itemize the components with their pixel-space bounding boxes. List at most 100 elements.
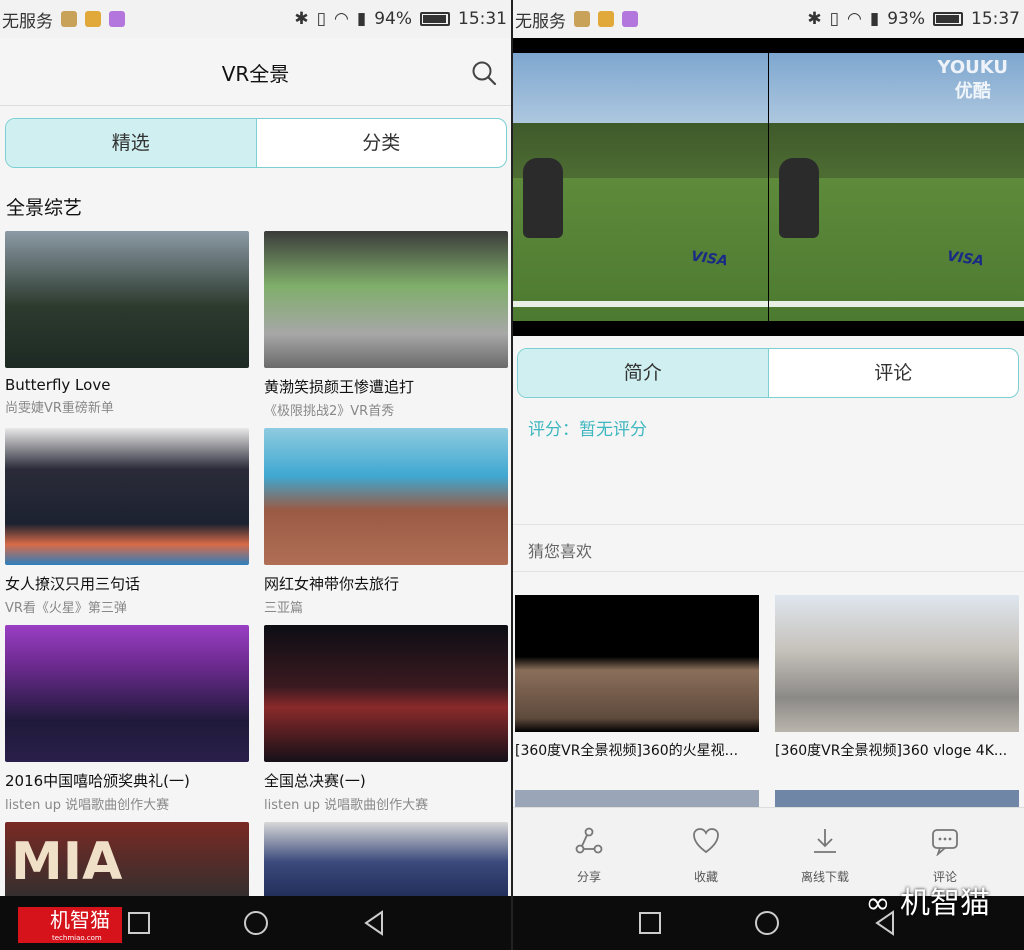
video-thumbnail bbox=[5, 428, 249, 565]
right-phone-screen: 无服务 ✱ ▯ ◠ ▮ 93% 15:37 VISA VISA YOUKU 优酷… bbox=[513, 0, 1024, 950]
notification-icon bbox=[574, 11, 590, 27]
video-subtitle: 尚雯婕VR重磅新单 bbox=[5, 401, 114, 416]
share-label: 分享 bbox=[576, 870, 601, 884]
download-icon bbox=[814, 829, 836, 853]
section-title: 全景综艺 bbox=[6, 197, 83, 219]
video-title: 女人撩汉只用三句话 bbox=[5, 575, 141, 593]
vibrate-icon: ▯ bbox=[316, 9, 326, 29]
video-card[interactable] bbox=[264, 822, 508, 902]
video-card[interactable]: 全国总决赛(一) listen up 说唱歌曲创作大赛 bbox=[264, 625, 508, 813]
category-tabs: 精选 分类 bbox=[5, 118, 507, 168]
bluetooth-icon: ✱ bbox=[807, 9, 822, 29]
video-card[interactable]: 女人撩汉只用三句话 VR看《火星》第三弹 bbox=[5, 428, 249, 616]
share-button[interactable]: 分享 bbox=[544, 826, 634, 885]
video-thumbnail bbox=[5, 625, 249, 762]
detail-tabs: 简介 评论 bbox=[517, 348, 1019, 398]
video-card[interactable]: MIA bbox=[5, 822, 249, 902]
tab-comments[interactable]: 评论 bbox=[767, 349, 1019, 397]
share-icon bbox=[575, 827, 603, 854]
youku-watermark: YOUKU 优酷 bbox=[937, 57, 1008, 102]
tab-intro[interactable]: 简介 bbox=[518, 349, 768, 397]
recommend-header-label: 猜您喜欢 bbox=[528, 542, 593, 561]
video-thumbnail bbox=[775, 595, 1019, 732]
video-card[interactable]: 网红女神带你去旅行 三亚篇 bbox=[264, 428, 508, 616]
video-thumbnail bbox=[264, 625, 508, 762]
rating-text: 评分：暂无评分 bbox=[528, 420, 647, 440]
shield-icon bbox=[598, 11, 614, 27]
wifi-icon: ◠ bbox=[334, 9, 349, 29]
vibrate-icon: ▯ bbox=[829, 9, 839, 29]
wechat-icon: ∞ bbox=[865, 886, 891, 921]
battery-icon bbox=[420, 12, 450, 26]
video-thumbnail: MIA bbox=[5, 822, 249, 902]
video-thumbnail bbox=[264, 231, 508, 368]
video-subtitle: 《极限挑战2》VR首秀 bbox=[264, 404, 395, 419]
shield-icon bbox=[85, 11, 101, 27]
back-icon[interactable] bbox=[362, 910, 388, 936]
status-bar: 无服务 ✱ ▯ ◠ ▮ 93% 15:37 bbox=[513, 0, 1024, 38]
app-notification-icon bbox=[109, 11, 125, 27]
video-subtitle: listen up 说唱歌曲创作大赛 bbox=[5, 798, 170, 813]
bluetooth-icon: ✱ bbox=[294, 9, 309, 29]
favorite-label: 收藏 bbox=[693, 870, 718, 884]
video-thumbnail bbox=[264, 428, 508, 565]
recommended-video-card[interactable]: [360度VR全景视频]360的火星视... bbox=[515, 595, 759, 760]
vr-video-player[interactable]: VISA VISA YOUKU 优酷 bbox=[513, 38, 1024, 336]
recent-apps-icon[interactable] bbox=[126, 910, 152, 936]
comment-icon bbox=[932, 829, 958, 857]
video-subtitle: 三亚篇 bbox=[264, 601, 304, 616]
video-thumbnail bbox=[264, 822, 508, 902]
favorite-button[interactable]: 收藏 bbox=[661, 826, 751, 885]
signal-icon: ▮ bbox=[869, 9, 880, 29]
app-notification-icon bbox=[622, 11, 638, 27]
video-subtitle: VR看《火星》第三弹 bbox=[5, 601, 127, 616]
player-figure bbox=[523, 158, 563, 238]
video-subtitle: listen up 说唱歌曲创作大赛 bbox=[264, 798, 429, 813]
recent-apps-icon[interactable] bbox=[637, 910, 663, 936]
video-title: Butterfly Love bbox=[5, 376, 111, 394]
video-card[interactable]: 2016中国嘻哈颁奖典礼(一) listen up 说唱歌曲创作大赛 bbox=[5, 625, 249, 813]
screenshot-root: 无服务 ✱ ▯ ◠ ▮ 94% 15:31 VR全景 精选 分类 全景综艺 Bu… bbox=[0, 0, 1024, 950]
logo-url: techmiao.com bbox=[52, 934, 102, 942]
tab-featured[interactable]: 精选 bbox=[6, 119, 256, 167]
video-thumbnail bbox=[515, 595, 759, 732]
app-header: VR全景 bbox=[0, 38, 511, 106]
battery-icon bbox=[933, 12, 963, 26]
wechat-watermark: ∞ 机智猫 bbox=[865, 878, 990, 922]
download-label: 离线下载 bbox=[800, 870, 849, 884]
status-bar: 无服务 ✱ ▯ ◠ ▮ 94% 15:31 bbox=[0, 0, 511, 38]
tab-categories[interactable]: 分类 bbox=[255, 119, 507, 167]
video-title: [360度VR全景视频]360 vloge 4K... bbox=[775, 743, 1008, 759]
battery-percent: 93% bbox=[887, 9, 925, 29]
left-phone-screen: 无服务 ✱ ▯ ◠ ▮ 94% 15:31 VR全景 精选 分类 全景综艺 Bu… bbox=[0, 0, 511, 950]
video-card[interactable]: 黄渤笑损颜王惨遭追打 《极限挑战2》VR首秀 bbox=[264, 231, 508, 419]
carrier-text: 无服务 bbox=[2, 11, 53, 32]
recommended-video-card[interactable]: [360度VR全景视频]360 vloge 4K... bbox=[775, 595, 1019, 760]
battery-percent: 94% bbox=[374, 9, 412, 29]
video-card[interactable]: Butterfly Love 尚雯婕VR重磅新单 bbox=[5, 231, 249, 416]
page-title: VR全景 bbox=[221, 62, 290, 86]
video-thumbnail bbox=[5, 231, 249, 368]
search-icon[interactable] bbox=[471, 60, 497, 86]
clock: 15:37 bbox=[971, 9, 1020, 29]
comment-button[interactable]: 评论 bbox=[900, 826, 990, 885]
video-title: 黄渤笑损颜王惨遭追打 bbox=[264, 378, 415, 396]
video-title: 2016中国嘻哈颁奖典礼(一) bbox=[5, 772, 190, 790]
wifi-icon: ◠ bbox=[847, 9, 862, 29]
video-left-eye-view: VISA bbox=[513, 53, 768, 321]
download-button[interactable]: 离线下载 bbox=[780, 826, 870, 885]
video-title: 网红女神带你去旅行 bbox=[264, 575, 400, 593]
clock: 15:31 bbox=[458, 9, 507, 29]
techmiao-logo: 机智猫 techmiao.com bbox=[18, 907, 122, 943]
recommend-header: 猜您喜欢 bbox=[513, 524, 1024, 572]
wechat-account-name: 机智猫 bbox=[900, 886, 990, 921]
notification-icon bbox=[61, 11, 77, 27]
heart-icon bbox=[693, 828, 719, 854]
video-title: 全国总决赛(一) bbox=[264, 772, 366, 790]
player-figure bbox=[779, 158, 819, 238]
home-icon[interactable] bbox=[243, 910, 269, 936]
logo-text: 机智猫 bbox=[50, 908, 110, 932]
home-icon[interactable] bbox=[754, 910, 780, 936]
signal-icon: ▮ bbox=[356, 9, 367, 29]
video-title: [360度VR全景视频]360的火星视... bbox=[515, 743, 739, 759]
